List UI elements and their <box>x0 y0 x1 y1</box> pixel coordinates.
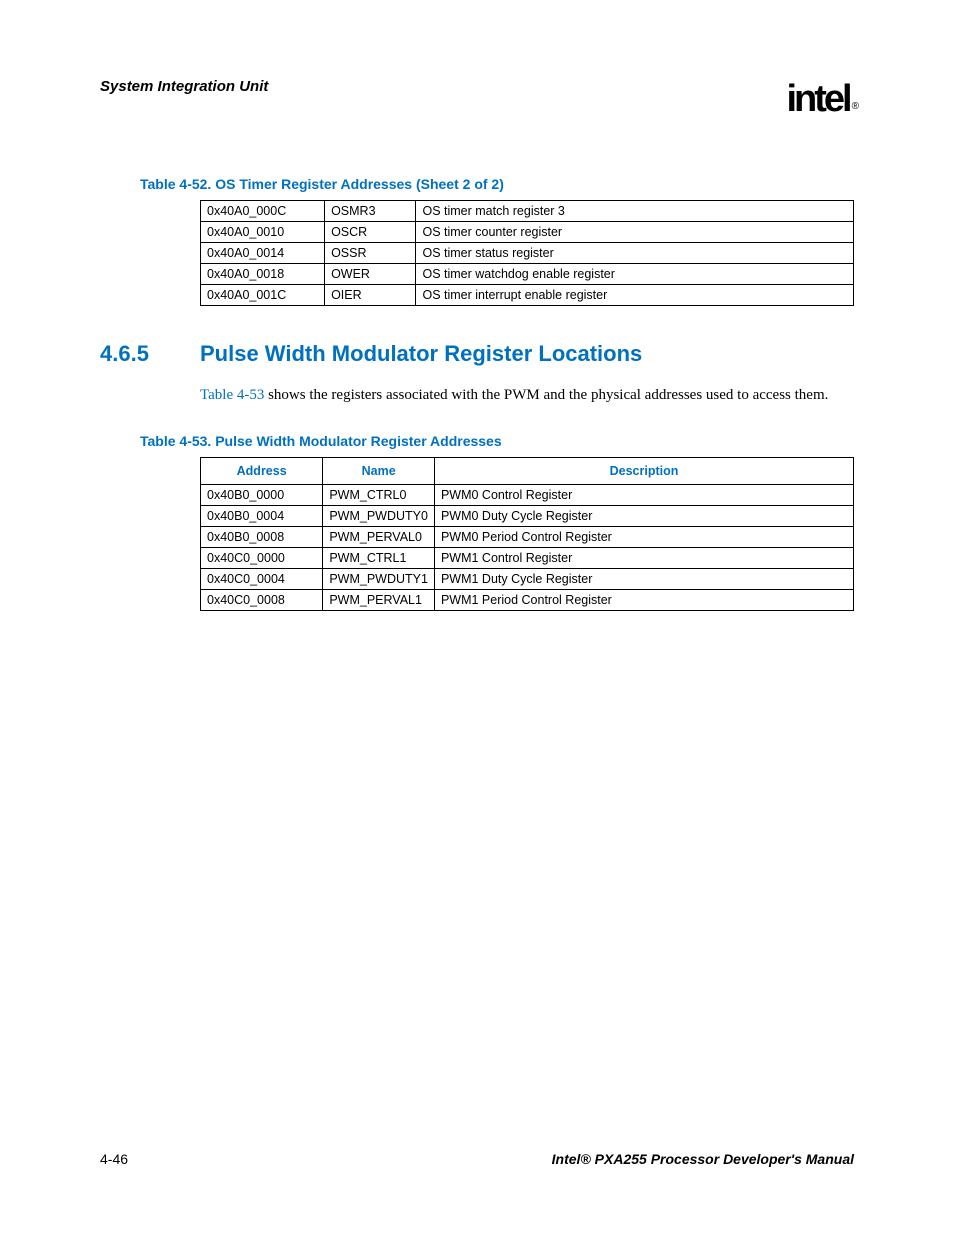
cell-name: PWM_CTRL1 <box>323 548 435 569</box>
table-52-caption: Table 4-52. OS Timer Register Addresses … <box>140 176 854 192</box>
table-row: 0x40B0_0004PWM_PWDUTY0PWM0 Duty Cycle Re… <box>201 506 854 527</box>
section-heading: 4.6.5 Pulse Width Modulator Register Loc… <box>100 341 854 367</box>
cell-address: 0x40C0_0004 <box>201 569 323 590</box>
table-53-caption: Table 4-53. Pulse Width Modulator Regist… <box>140 433 854 449</box>
logo-text: intel <box>787 78 850 120</box>
cell-address: 0x40C0_0008 <box>201 590 323 611</box>
table-row: 0x40A0_0010OSCROS timer counter register <box>201 222 854 243</box>
table-row: 0x40C0_0008PWM_PERVAL1PWM1 Period Contro… <box>201 590 854 611</box>
section-number: 4.6.5 <box>100 341 200 367</box>
table-row: 0x40B0_0000PWM_CTRL0PWM0 Control Registe… <box>201 485 854 506</box>
cell-name: OSSR <box>325 243 416 264</box>
cell-name: PWM_PWDUTY0 <box>323 506 435 527</box>
cell-description: OS timer interrupt enable register <box>416 285 854 306</box>
page-footer: 4-46 Intel® PXA255 Processor Developer's… <box>100 1151 854 1167</box>
manual-title: Intel® PXA255 Processor Developer's Manu… <box>552 1151 854 1167</box>
table-row: 0x40A0_0018OWEROS timer watchdog enable … <box>201 264 854 285</box>
section-body: Table 4-53 shows the registers associate… <box>200 385 854 405</box>
table-53-link[interactable]: Table 4-53 <box>200 387 264 403</box>
cell-address: 0x40A0_0014 <box>201 243 325 264</box>
cell-address: 0x40A0_000C <box>201 201 325 222</box>
section-header: System Integration Unit <box>100 78 268 95</box>
table-52: 0x40A0_000COSMR3OS timer match register … <box>200 200 854 306</box>
cell-description: OS timer counter register <box>416 222 854 243</box>
cell-name: OSMR3 <box>325 201 416 222</box>
cell-name: PWM_PERVAL1 <box>323 590 435 611</box>
cell-address: 0x40C0_0000 <box>201 548 323 569</box>
cell-description: OS timer watchdog enable register <box>416 264 854 285</box>
cell-description: PWM1 Control Register <box>434 548 853 569</box>
cell-description: OS timer match register 3 <box>416 201 854 222</box>
cell-address: 0x40B0_0008 <box>201 527 323 548</box>
cell-name: PWM_PERVAL0 <box>323 527 435 548</box>
table-header-name: Name <box>323 458 435 485</box>
cell-description: PWM0 Duty Cycle Register <box>434 506 853 527</box>
registered-mark: ® <box>852 101 856 112</box>
table-row: 0x40B0_0008PWM_PERVAL0PWM0 Period Contro… <box>201 527 854 548</box>
cell-name: PWM_CTRL0 <box>323 485 435 506</box>
cell-address: 0x40A0_0018 <box>201 264 325 285</box>
cell-address: 0x40A0_001C <box>201 285 325 306</box>
cell-name: OWER <box>325 264 416 285</box>
cell-name: PWM_PWDUTY1 <box>323 569 435 590</box>
cell-description: OS timer status register <box>416 243 854 264</box>
cell-address: 0x40B0_0004 <box>201 506 323 527</box>
cell-description: PWM0 Control Register <box>434 485 853 506</box>
table-53: Address Name Description 0x40B0_0000PWM_… <box>200 457 854 611</box>
intel-logo: intel® <box>787 78 855 121</box>
table-header-address: Address <box>201 458 323 485</box>
cell-description: PWM1 Period Control Register <box>434 590 853 611</box>
table-header-description: Description <box>434 458 853 485</box>
table-row: 0x40C0_0004PWM_PWDUTY1PWM1 Duty Cycle Re… <box>201 569 854 590</box>
cell-name: OIER <box>325 285 416 306</box>
table-row: 0x40A0_0014OSSROS timer status register <box>201 243 854 264</box>
table-row: 0x40C0_0000PWM_CTRL1PWM1 Control Registe… <box>201 548 854 569</box>
section-title: Pulse Width Modulator Register Locations <box>200 341 642 367</box>
section-body-rest: shows the registers associated with the … <box>264 387 828 403</box>
cell-address: 0x40B0_0000 <box>201 485 323 506</box>
table-row: 0x40A0_001COIEROS timer interrupt enable… <box>201 285 854 306</box>
cell-name: OSCR <box>325 222 416 243</box>
table-row: 0x40A0_000COSMR3OS timer match register … <box>201 201 854 222</box>
cell-address: 0x40A0_0010 <box>201 222 325 243</box>
cell-description: PWM1 Duty Cycle Register <box>434 569 853 590</box>
page-header: System Integration Unit intel® <box>100 78 854 121</box>
cell-description: PWM0 Period Control Register <box>434 527 853 548</box>
page-number: 4-46 <box>100 1151 128 1167</box>
